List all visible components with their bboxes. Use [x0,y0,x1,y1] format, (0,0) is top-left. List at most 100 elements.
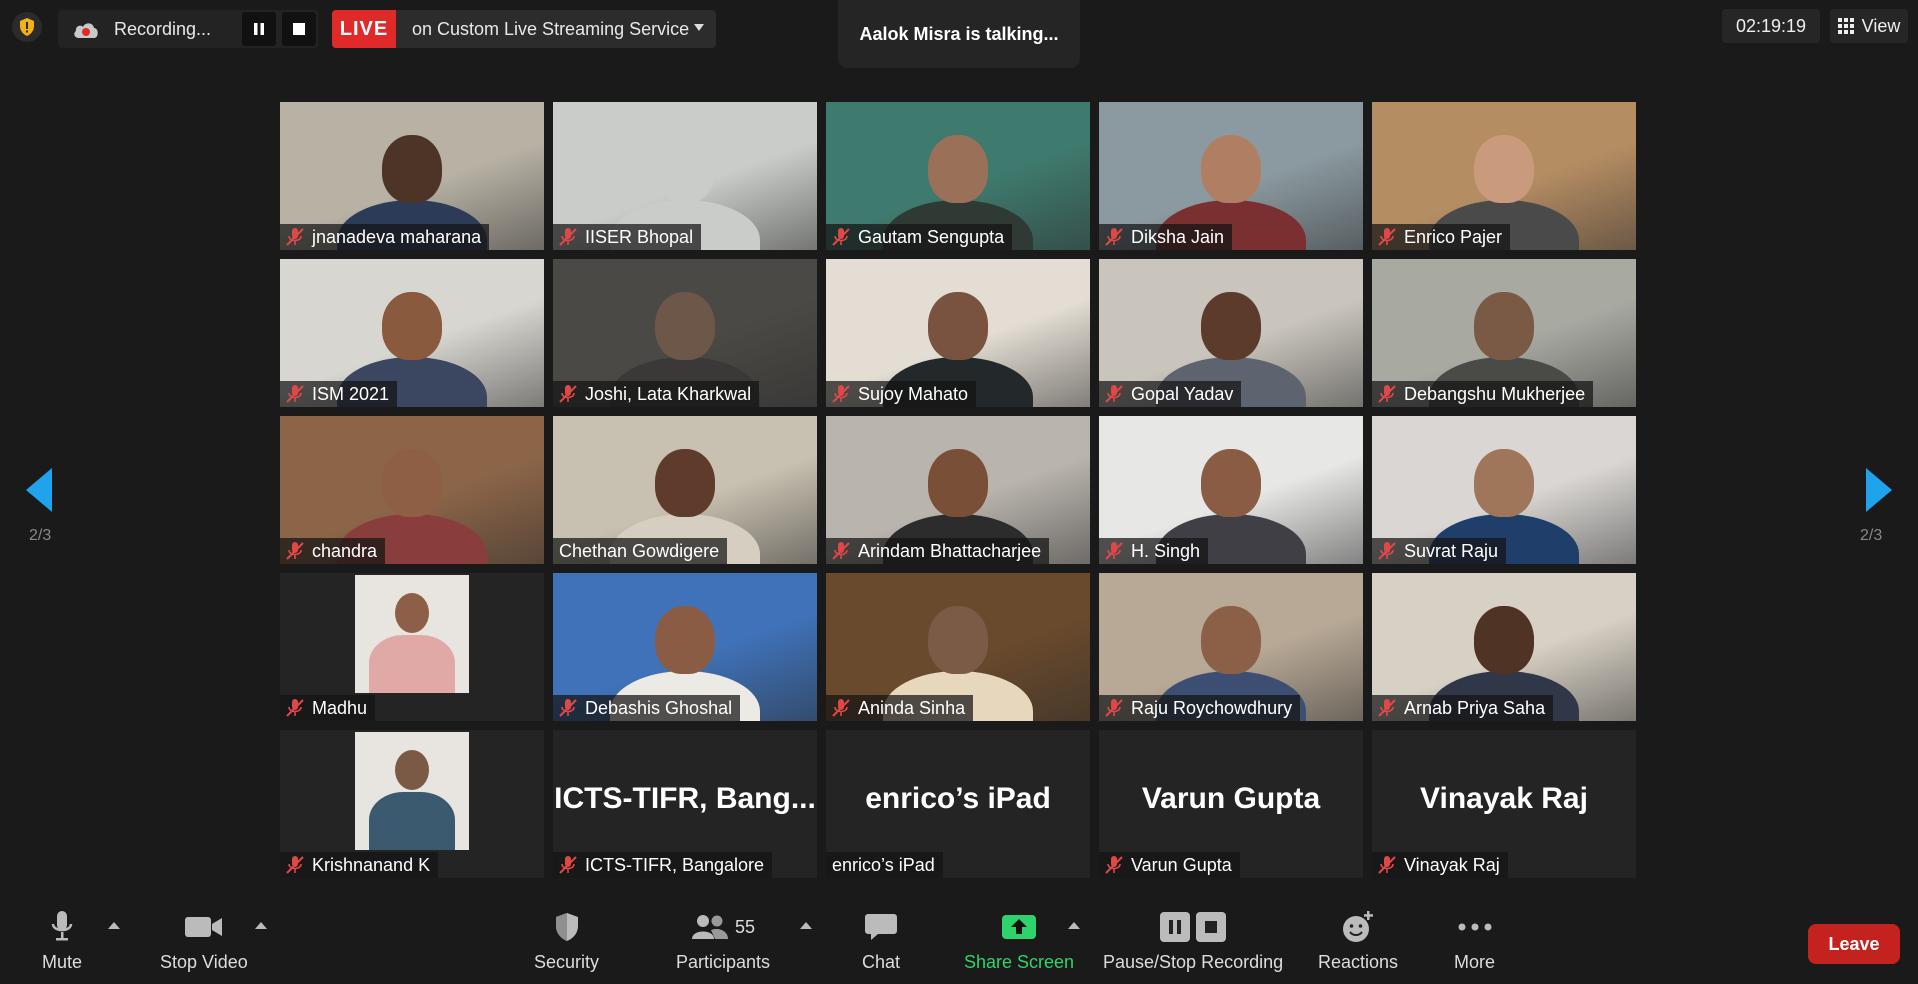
participant-tile[interactable]: Debashis Ghoshal [553,573,817,721]
participant-name: Debangshu Mukherjee [1404,383,1586,404]
participant-tile[interactable]: Arnab Priya Saha [1372,573,1636,721]
participant-tile[interactable]: ISM 2021 [280,259,544,407]
muted-microphone-icon [1376,698,1398,718]
participant-nameplate: Raju Roychowdhury [1099,695,1301,721]
participant-name: Gautam Sengupta [858,226,1005,247]
live-stream-dropdown[interactable]: LIVE on Custom Live Streaming Service [332,10,716,48]
participant-face [1474,134,1534,203]
participant-tile[interactable]: Varun Gupta Varun Gupta [1099,730,1363,878]
muted-microphone-icon [557,384,579,404]
previous-page-arrow-icon[interactable] [26,468,52,512]
participant-display-name: Vinayak Raj [1420,782,1588,815]
muted-microphone-icon [1103,384,1125,404]
more-button[interactable]: More [1454,910,1495,973]
participant-tile[interactable]: Raju Roychowdhury [1099,573,1363,721]
participant-nameplate: Gopal Yadav [1099,381,1242,407]
participant-tile[interactable]: Joshi, Lata Kharkwal [553,259,817,407]
reactions-button[interactable]: Reactions [1318,910,1398,973]
share-screen-button[interactable]: Share Screen [964,910,1074,973]
share-options-chevron-icon[interactable] [1068,922,1080,929]
participant-nameplate: chandra [280,538,386,564]
participant-tile[interactable]: Aninda Sinha [826,573,1090,721]
participant-face [1474,605,1534,674]
participant-nameplate: Varun Gupta [1099,852,1240,878]
pause-recording-button[interactable] [242,12,276,46]
participant-tile[interactable]: Debangshu Mukherjee [1372,259,1636,407]
participant-tile[interactable]: chandra [280,416,544,564]
participant-tile[interactable]: H. Singh [1099,416,1363,564]
more-label: More [1454,952,1496,972]
participants-label: Participants [676,952,771,972]
participant-tile[interactable]: Sujoy Mahato [826,259,1090,407]
participant-nameplate: Chethan Gowdigere [553,538,728,564]
participant-nameplate: jnanadeva maharana [280,224,490,250]
participant-tile[interactable]: Enrico Pajer [1372,102,1636,250]
muted-microphone-icon [1376,384,1398,404]
participant-name: ISM 2021 [312,383,390,404]
participant-nameplate: Debangshu Mukherjee [1372,381,1594,407]
video-options-chevron-icon[interactable] [255,922,267,929]
participant-tile[interactable]: Chethan Gowdigere [553,416,817,564]
participant-tile[interactable]: Gopal Yadav [1099,259,1363,407]
chat-button[interactable]: Chat [862,910,900,973]
participant-name: Raju Roychowdhury [1131,697,1293,718]
participant-tile[interactable]: Diksha Jain [1099,102,1363,250]
view-button[interactable]: View [1830,9,1908,43]
participant-tile[interactable]: Madhu [280,573,544,721]
pause-stop-recording-button[interactable]: Pause/Stop Recording [1103,910,1283,973]
participant-name: Gopal Yadav [1131,383,1234,404]
share-screen-arrow-icon [1001,910,1037,944]
participant-name: Krishnanand K [312,854,431,875]
stop-video-button[interactable]: Stop Video [160,910,248,973]
video-camera-icon [184,910,224,944]
participant-tile[interactable]: Vinayak Raj Vinayak Raj [1372,730,1636,878]
muted-microphone-icon [830,698,852,718]
meeting-timer: 02:19:19 [1722,9,1820,43]
muted-microphone-icon [1376,855,1398,875]
live-badge: LIVE [332,10,396,48]
view-label: View [1861,15,1901,36]
participant-nameplate: Aninda Sinha [826,695,974,721]
chat-bubble-icon [864,910,898,944]
pause-stop-icon [1160,910,1227,944]
participant-tile[interactable]: Suvrat Raju [1372,416,1636,564]
participant-tile[interactable]: jnanadeva maharana [280,102,544,250]
participant-count: 55 [735,916,756,937]
participant-name: Varun Gupta [1131,854,1232,875]
participant-name: jnanadeva maharana [312,226,482,247]
participant-tile[interactable]: ICTS-TIFR, Bang... ICTS-TIFR, Bangalore [553,730,817,878]
participant-tile[interactable]: Krishnanand K [280,730,544,878]
security-button[interactable]: Security [534,910,599,973]
participant-face [928,448,988,517]
mute-button[interactable]: Mute [42,910,82,973]
participant-tile[interactable]: enrico’s iPad enrico’s iPad [826,730,1090,878]
muted-microphone-icon [284,698,306,718]
participant-face [655,605,715,674]
recording-label: Recording... [114,18,212,39]
participant-name: IISER Bhopal [585,226,694,247]
participants-options-chevron-icon[interactable] [800,922,812,929]
participant-face [1201,448,1261,517]
security-shield-icon[interactable] [12,12,42,42]
shield-icon [553,910,581,944]
participant-name: Chethan Gowdigere [559,540,720,561]
participant-tile[interactable]: Arindam Bhattacharjee [826,416,1090,564]
live-service-label: on Custom Live Streaming Service [412,18,690,39]
participant-nameplate: Madhu [280,695,376,721]
stop-recording-button[interactable] [282,12,316,46]
participant-tile[interactable]: IISER Bhopal [553,102,817,250]
audio-options-chevron-icon[interactable] [108,922,120,929]
next-page-arrow-icon[interactable] [1866,468,1892,512]
participant-tile[interactable]: Gautam Sengupta [826,102,1090,250]
reactions-label: Reactions [1318,952,1399,972]
participant-nameplate: enrico’s iPad [826,852,943,878]
participants-button[interactable]: 55 Participants [676,910,770,973]
participant-nameplate: IISER Bhopal [553,224,702,250]
participant-display-name: Varun Gupta [1141,782,1321,815]
leave-button[interactable]: Leave [1808,924,1900,964]
smiley-plus-icon [1341,910,1375,944]
participant-face [928,605,988,674]
participant-name: Madhu [312,697,368,718]
participant-face [382,448,442,517]
page-indicator-left: 2/3 [29,527,52,544]
